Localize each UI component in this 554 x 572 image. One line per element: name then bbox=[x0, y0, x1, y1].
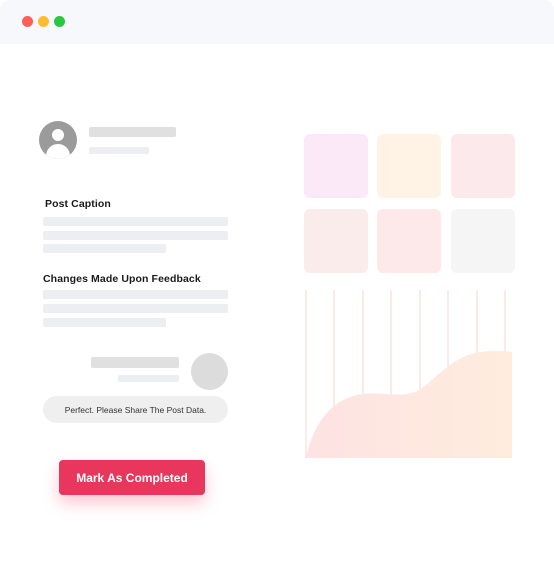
caption-line-1 bbox=[43, 217, 228, 226]
app-window: Post Caption Changes Made Upon Feedback … bbox=[0, 0, 554, 572]
swatch-tile[interactable] bbox=[304, 134, 368, 198]
reply-name-placeholder bbox=[91, 357, 179, 368]
avatar-head bbox=[52, 129, 64, 141]
swatch-tile[interactable] bbox=[304, 209, 368, 273]
feedback-heading: Changes Made Upon Feedback bbox=[43, 273, 201, 285]
user-avatar-icon bbox=[39, 121, 77, 159]
avatar-body bbox=[46, 144, 70, 159]
feedback-line-3 bbox=[43, 318, 166, 327]
author-name-placeholder bbox=[89, 127, 176, 137]
title-bar bbox=[0, 0, 554, 44]
feedback-line-2 bbox=[43, 304, 228, 313]
author-meta-placeholder bbox=[89, 147, 149, 154]
reply-meta-placeholder bbox=[118, 375, 179, 382]
feedback-line-1 bbox=[43, 290, 228, 299]
reply-message-bubble: Perfect. Please Share The Post Data. bbox=[43, 396, 228, 423]
close-window-button[interactable] bbox=[22, 16, 33, 27]
maximize-window-button[interactable] bbox=[54, 16, 65, 27]
swatch-tile[interactable] bbox=[451, 134, 515, 198]
mark-as-completed-button[interactable]: Mark As Completed bbox=[59, 460, 205, 495]
minimize-window-button[interactable] bbox=[38, 16, 49, 27]
swatch-tile[interactable] bbox=[377, 209, 441, 273]
chart-area bbox=[306, 350, 512, 458]
caption-line-3 bbox=[43, 244, 166, 253]
swatch-tile[interactable] bbox=[451, 209, 515, 273]
caption-line-2 bbox=[43, 231, 228, 240]
post-caption-heading: Post Caption bbox=[45, 198, 111, 210]
swatch-tile[interactable] bbox=[377, 134, 441, 198]
reply-avatar bbox=[191, 353, 228, 390]
decorative-area-chart bbox=[305, 290, 512, 458]
